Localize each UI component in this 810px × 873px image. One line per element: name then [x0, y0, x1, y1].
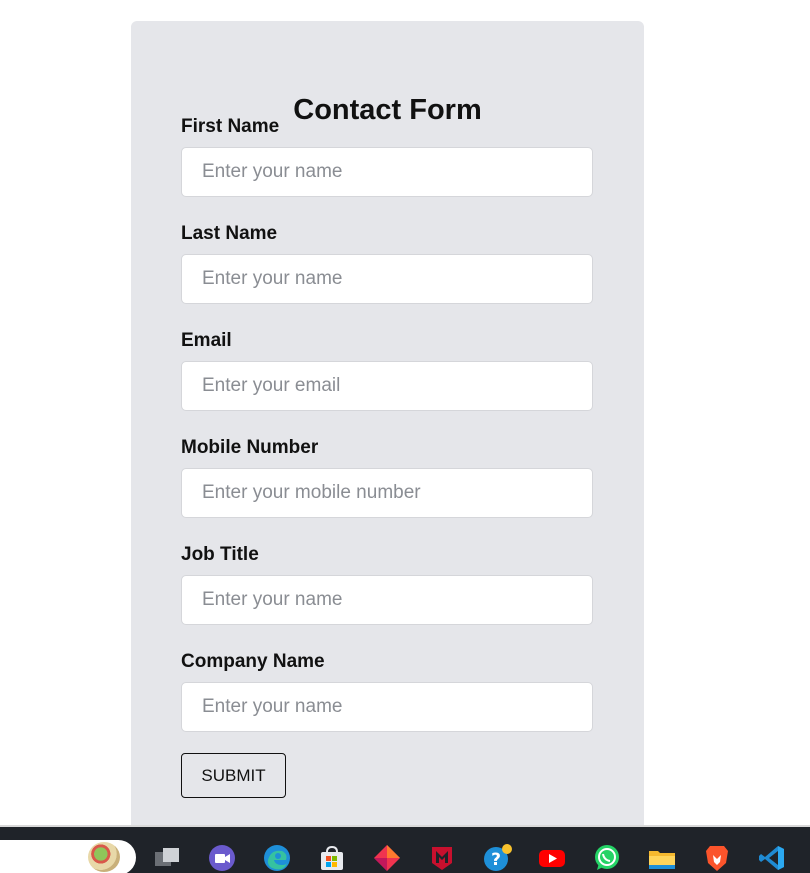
svg-text:?: ? [491, 850, 501, 870]
last-name-label: Last Name [181, 223, 278, 244]
file-explorer-icon[interactable] [647, 843, 677, 873]
brave-browser-icon[interactable] [702, 843, 732, 873]
company-name-input[interactable] [181, 682, 593, 732]
microsoft-store-icon[interactable] [317, 843, 347, 873]
edge-browser-icon[interactable] [262, 843, 292, 873]
contact-form-card: Contact Form First Name Last Name Email … [131, 21, 644, 841]
company-name-label: Company Name [181, 651, 325, 672]
page: Contact Form First Name Last Name Email … [0, 0, 810, 873]
search-widget-icon [88, 842, 120, 872]
last-name-input[interactable] [181, 254, 593, 304]
job-title-label: Job Title [181, 544, 259, 565]
mcafee-icon[interactable] [427, 843, 457, 873]
diamond-app-icon[interactable] [372, 843, 402, 873]
email-input[interactable] [181, 361, 593, 411]
email-label: Email [181, 330, 232, 351]
mobile-number-input[interactable] [181, 468, 593, 518]
first-name-label: First Name [181, 116, 280, 137]
youtube-icon[interactable] [537, 843, 567, 873]
first-name-input[interactable] [181, 147, 593, 197]
meet-video-icon[interactable] [207, 843, 237, 873]
job-title-input[interactable] [181, 575, 593, 625]
taskbar: ? [0, 825, 810, 873]
taskbar-search[interactable] [0, 840, 136, 873]
whatsapp-icon[interactable] [592, 843, 622, 873]
mobile-number-label: Mobile Number [181, 437, 319, 458]
vscode-icon[interactable] [757, 843, 787, 873]
submit-button[interactable]: SUBMIT [181, 753, 286, 798]
help-icon[interactable]: ? [482, 843, 512, 873]
task-view-icon[interactable] [152, 843, 182, 873]
